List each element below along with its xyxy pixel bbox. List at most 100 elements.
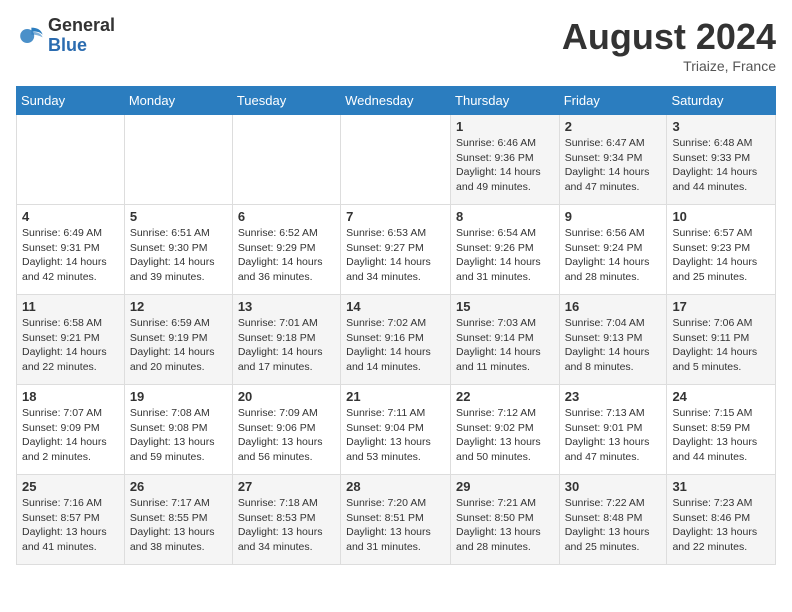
location: Triaize, France bbox=[562, 58, 776, 74]
day-info: Sunrise: 7:22 AMSunset: 8:48 PMDaylight:… bbox=[565, 496, 662, 555]
day-number: 7 bbox=[346, 209, 445, 224]
calendar-cell: 9Sunrise: 6:56 AMSunset: 9:24 PMDaylight… bbox=[559, 205, 667, 295]
day-info: Sunrise: 6:46 AMSunset: 9:36 PMDaylight:… bbox=[456, 136, 554, 195]
day-number: 21 bbox=[346, 389, 445, 404]
day-info: Sunrise: 7:12 AMSunset: 9:02 PMDaylight:… bbox=[456, 406, 554, 465]
day-number: 24 bbox=[672, 389, 770, 404]
calendar-cell: 1Sunrise: 6:46 AMSunset: 9:36 PMDaylight… bbox=[451, 115, 560, 205]
day-number: 13 bbox=[238, 299, 335, 314]
day-info: Sunrise: 6:52 AMSunset: 9:29 PMDaylight:… bbox=[238, 226, 335, 285]
calendar-cell: 6 Sunrise: 6:52 AMSunset: 9:29 PMDaylight… bbox=[232, 205, 340, 295]
calendar-cell: 16 Sunrise: 7:04 AMSunset: 9:13 PMDayligh… bbox=[559, 295, 667, 385]
column-header-tuesday: Tuesday bbox=[232, 87, 340, 115]
calendar-week-row: 4 Sunrise: 6:49 AMSunset: 9:31 PMDaylight… bbox=[17, 205, 776, 295]
calendar-cell bbox=[124, 115, 232, 205]
day-number: 16 bbox=[565, 299, 662, 314]
day-info: Sunrise: 7:13 AMSunset: 9:01 PMDaylight:… bbox=[565, 406, 662, 465]
calendar-cell: 20 Sunrise: 7:09 AMSunset: 9:06 PMDayligh… bbox=[232, 385, 340, 475]
day-number: 11 bbox=[22, 299, 119, 314]
day-number: 22 bbox=[456, 389, 554, 404]
day-info: Sunrise: 7:07 AMSunset: 9:09 PMDaylight:… bbox=[22, 406, 119, 465]
day-number: 14 bbox=[346, 299, 445, 314]
column-header-saturday: Saturday bbox=[667, 87, 776, 115]
calendar-body: 1Sunrise: 6:46 AMSunset: 9:36 PMDaylight… bbox=[17, 115, 776, 565]
day-info: Sunrise: 7:20 AMSunset: 8:51 PMDaylight:… bbox=[346, 496, 445, 555]
calendar-cell: 25Sunrise: 7:16 AMSunset: 8:57 PMDayligh… bbox=[17, 475, 125, 565]
day-number: 3 bbox=[672, 119, 770, 134]
day-info: Sunrise: 6:47 AMSunset: 9:34 PMDaylight:… bbox=[565, 136, 662, 195]
calendar-cell: 15 Sunrise: 7:03 AMSunset: 9:14 PMDayligh… bbox=[451, 295, 560, 385]
logo: General Blue bbox=[16, 16, 115, 56]
day-info: Sunrise: 7:03 AMSunset: 9:14 PMDaylight:… bbox=[456, 316, 554, 375]
calendar-cell bbox=[341, 115, 451, 205]
column-header-wednesday: Wednesday bbox=[341, 87, 451, 115]
column-header-sunday: Sunday bbox=[17, 87, 125, 115]
calendar-cell: 8Sunrise: 6:54 AMSunset: 9:26 PMDaylight… bbox=[451, 205, 560, 295]
day-info: Sunrise: 6:54 AMSunset: 9:26 PMDaylight:… bbox=[456, 226, 554, 285]
calendar-cell: 22 Sunrise: 7:12 AMSunset: 9:02 PMDayligh… bbox=[451, 385, 560, 475]
logo-icon bbox=[16, 22, 44, 50]
calendar-cell: 12Sunrise: 6:59 AMSunset: 9:19 PMDayligh… bbox=[124, 295, 232, 385]
day-number: 6 bbox=[238, 209, 335, 224]
calendar-table: SundayMondayTuesdayWednesdayThursdayFrid… bbox=[16, 86, 776, 565]
calendar-cell: 21Sunrise: 7:11 AMSunset: 9:04 PMDayligh… bbox=[341, 385, 451, 475]
day-info: Sunrise: 7:04 AMSunset: 9:13 PMDaylight:… bbox=[565, 316, 662, 375]
day-info: Sunrise: 7:09 AMSunset: 9:06 PMDaylight:… bbox=[238, 406, 335, 465]
calendar-cell: 4 Sunrise: 6:49 AMSunset: 9:31 PMDaylight… bbox=[17, 205, 125, 295]
calendar-cell: 18 Sunrise: 7:07 AMSunset: 9:09 PMDayligh… bbox=[17, 385, 125, 475]
day-number: 23 bbox=[565, 389, 662, 404]
logo-blue: Blue bbox=[48, 36, 115, 56]
title-block: August 2024 Triaize, France bbox=[562, 16, 776, 74]
calendar-cell: 23 Sunrise: 7:13 AMSunset: 9:01 PMDayligh… bbox=[559, 385, 667, 475]
day-number: 26 bbox=[130, 479, 227, 494]
logo-general: General bbox=[48, 16, 115, 36]
column-header-friday: Friday bbox=[559, 87, 667, 115]
calendar-week-row: 1Sunrise: 6:46 AMSunset: 9:36 PMDaylight… bbox=[17, 115, 776, 205]
calendar-cell: 31 Sunrise: 7:23 AMSunset: 8:46 PMDayligh… bbox=[667, 475, 776, 565]
calendar-cell: 7 Sunrise: 6:53 AMSunset: 9:27 PMDaylight… bbox=[341, 205, 451, 295]
calendar-cell: 27 Sunrise: 7:18 AMSunset: 8:53 PMDayligh… bbox=[232, 475, 340, 565]
day-info: Sunrise: 7:23 AMSunset: 8:46 PMDaylight:… bbox=[672, 496, 770, 555]
day-number: 10 bbox=[672, 209, 770, 224]
day-info: Sunrise: 7:17 AMSunset: 8:55 PMDaylight:… bbox=[130, 496, 227, 555]
day-number: 9 bbox=[565, 209, 662, 224]
column-header-monday: Monday bbox=[124, 87, 232, 115]
day-number: 20 bbox=[238, 389, 335, 404]
day-number: 31 bbox=[672, 479, 770, 494]
calendar-cell: 2Sunrise: 6:47 AMSunset: 9:34 PMDaylight… bbox=[559, 115, 667, 205]
calendar-cell bbox=[17, 115, 125, 205]
calendar-cell: 24 Sunrise: 7:15 AMSunset: 8:59 PMDayligh… bbox=[667, 385, 776, 475]
calendar-cell: 13 Sunrise: 7:01 AMSunset: 9:18 PMDayligh… bbox=[232, 295, 340, 385]
day-number: 18 bbox=[22, 389, 119, 404]
day-info: Sunrise: 6:57 AMSunset: 9:23 PMDaylight:… bbox=[672, 226, 770, 285]
day-info: Sunrise: 6:59 AMSunset: 9:19 PMDaylight:… bbox=[130, 316, 227, 375]
day-number: 29 bbox=[456, 479, 554, 494]
day-info: Sunrise: 6:49 AMSunset: 9:31 PMDaylight:… bbox=[22, 226, 119, 285]
calendar-cell: 11Sunrise: 6:58 AMSunset: 9:21 PMDayligh… bbox=[17, 295, 125, 385]
calendar-cell: 5Sunrise: 6:51 AMSunset: 9:30 PMDaylight… bbox=[124, 205, 232, 295]
day-number: 28 bbox=[346, 479, 445, 494]
day-number: 27 bbox=[238, 479, 335, 494]
day-number: 19 bbox=[130, 389, 227, 404]
calendar-cell: 30Sunrise: 7:22 AMSunset: 8:48 PMDayligh… bbox=[559, 475, 667, 565]
day-info: Sunrise: 7:21 AMSunset: 8:50 PMDaylight:… bbox=[456, 496, 554, 555]
day-info: Sunrise: 7:02 AMSunset: 9:16 PMDaylight:… bbox=[346, 316, 445, 375]
calendar-week-row: 25Sunrise: 7:16 AMSunset: 8:57 PMDayligh… bbox=[17, 475, 776, 565]
day-number: 4 bbox=[22, 209, 119, 224]
day-info: Sunrise: 6:53 AMSunset: 9:27 PMDaylight:… bbox=[346, 226, 445, 285]
month-year: August 2024 bbox=[562, 16, 776, 58]
day-info: Sunrise: 7:01 AMSunset: 9:18 PMDaylight:… bbox=[238, 316, 335, 375]
logo-text: General Blue bbox=[48, 16, 115, 56]
day-info: Sunrise: 7:18 AMSunset: 8:53 PMDaylight:… bbox=[238, 496, 335, 555]
calendar-week-row: 18 Sunrise: 7:07 AMSunset: 9:09 PMDayligh… bbox=[17, 385, 776, 475]
calendar-cell: 3Sunrise: 6:48 AMSunset: 9:33 PMDaylight… bbox=[667, 115, 776, 205]
day-number: 17 bbox=[672, 299, 770, 314]
day-number: 15 bbox=[456, 299, 554, 314]
calendar-cell: 17Sunrise: 7:06 AMSunset: 9:11 PMDayligh… bbox=[667, 295, 776, 385]
calendar-cell: 14 Sunrise: 7:02 AMSunset: 9:16 PMDayligh… bbox=[341, 295, 451, 385]
calendar-cell bbox=[232, 115, 340, 205]
calendar-header-row: SundayMondayTuesdayWednesdayThursdayFrid… bbox=[17, 87, 776, 115]
calendar-week-row: 11Sunrise: 6:58 AMSunset: 9:21 PMDayligh… bbox=[17, 295, 776, 385]
day-info: Sunrise: 7:15 AMSunset: 8:59 PMDaylight:… bbox=[672, 406, 770, 465]
day-number: 5 bbox=[130, 209, 227, 224]
